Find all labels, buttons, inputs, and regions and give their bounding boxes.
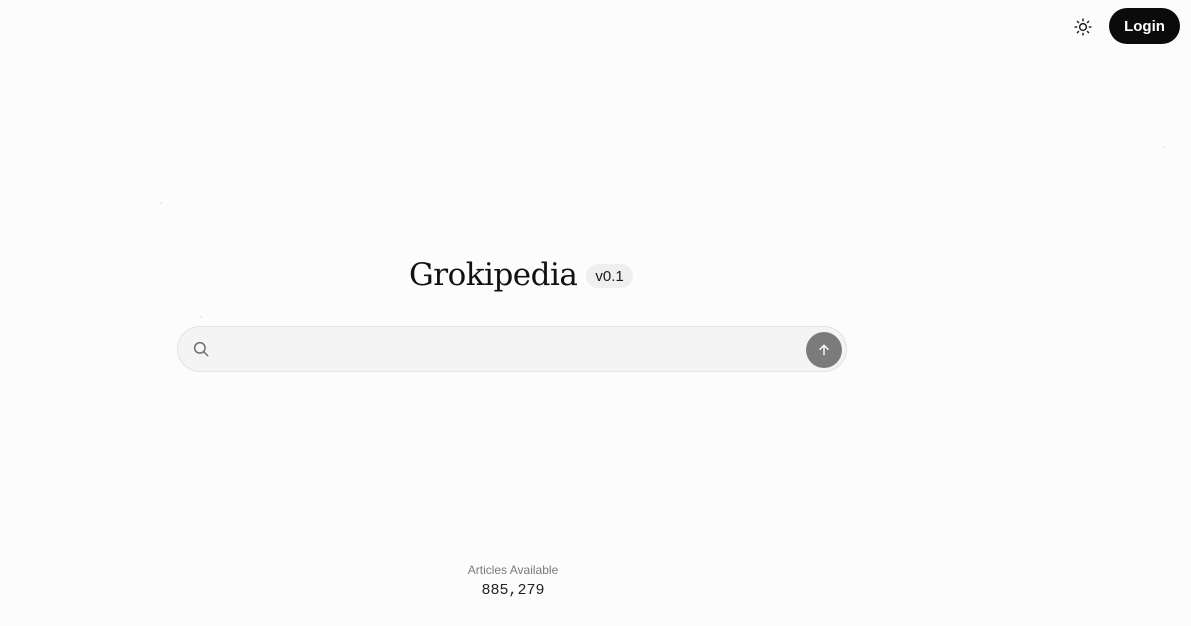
search-submit-button[interactable] xyxy=(806,332,842,368)
login-button[interactable]: Login xyxy=(1109,8,1180,44)
search-icon xyxy=(193,341,209,357)
brand: Grokipedia v0.1 xyxy=(409,253,633,297)
search-bar[interactable] xyxy=(177,326,847,372)
arrow-up-icon xyxy=(819,344,829,356)
site-title: Grokipedia xyxy=(409,257,578,293)
page: Login Grokipedia v0.1 Articles Available… xyxy=(0,0,1191,626)
background-dot xyxy=(1163,146,1165,148)
theme-toggle-button[interactable] xyxy=(1068,14,1098,40)
search-input[interactable] xyxy=(222,327,802,371)
sun-icon xyxy=(1074,18,1092,36)
version-badge: v0.1 xyxy=(586,264,633,288)
background-dot xyxy=(160,202,162,204)
background-dot xyxy=(200,316,202,318)
articles-label: Articles Available xyxy=(467,563,559,577)
articles-count: 885,279 xyxy=(481,582,545,599)
articles-stats: Articles Available 885,279 xyxy=(413,562,613,600)
